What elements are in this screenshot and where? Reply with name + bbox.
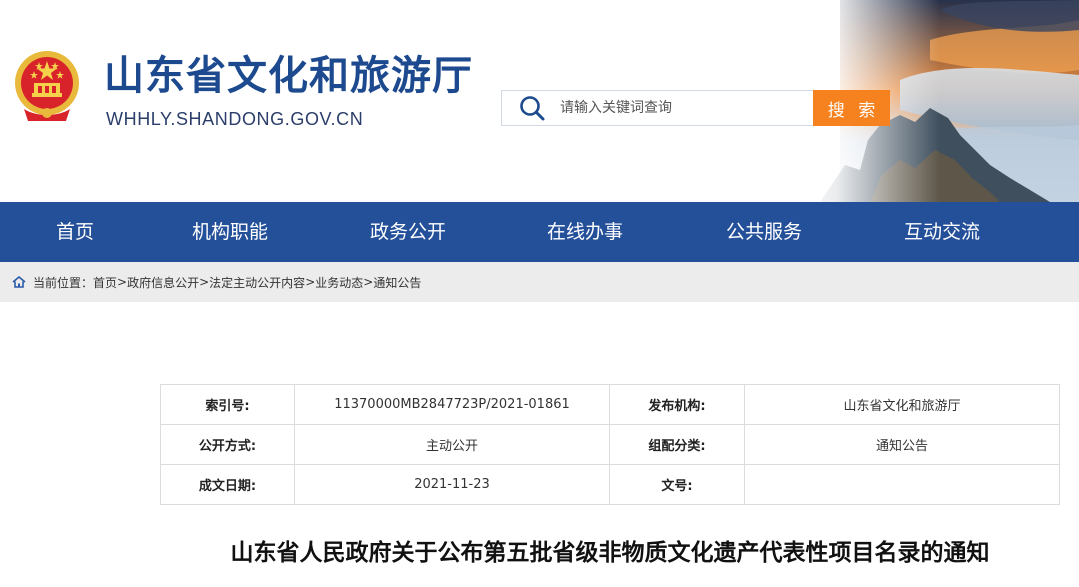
search-box [501, 90, 813, 126]
breadcrumb-separator: > [305, 275, 316, 289]
nav-item-government-affairs[interactable]: 政务公开 [370, 202, 446, 262]
breadcrumb-prefix: 当前位置： [33, 275, 94, 290]
meta-value-publisher: 山东省文化和旅游厅 [744, 384, 1060, 425]
site-header: 山东省文化和旅游厅 WHHLY.SHANDONG.GOV.CN 搜 索 [0, 0, 1079, 202]
meta-value-index-number: 11370000MB2847723P/2021-01861 [294, 384, 610, 425]
search-button[interactable]: 搜 索 [813, 90, 890, 126]
meta-label-publisher: 发布机构: [609, 384, 745, 425]
meta-label-index-number: 索引号: [160, 384, 295, 425]
meta-value-category: 通知公告 [744, 424, 1060, 465]
home-icon [12, 276, 26, 288]
table-row: 公开方式: 主动公开 组配分类: 通知公告 [160, 424, 1060, 465]
main-nav: 首页 机构职能 政务公开 在线办事 公共服务 互动交流 [0, 202, 1079, 262]
meta-value-disclosure-method: 主动公开 [294, 424, 610, 465]
article-title: 山东省人民政府关于公布第五批省级非物质文化遗产代表性项目名录的通知 [230, 540, 990, 566]
document-meta-table: 索引号: 11370000MB2847723P/2021-01861 发布机构:… [160, 384, 1060, 505]
meta-label-category: 组配分类: [609, 424, 745, 465]
national-emblem-icon [15, 51, 79, 121]
breadcrumb-item-notices[interactable]: 通知公告 [373, 274, 421, 291]
breadcrumb: 当前位置： 首页 > 政府信息公开 > 法定主动公开内容 > 业务动态 > 通知… [0, 262, 1079, 302]
nav-item-online-services[interactable]: 在线办事 [547, 202, 623, 262]
breadcrumb-separator: > [117, 275, 128, 289]
nav-item-home[interactable]: 首页 [56, 202, 94, 262]
breadcrumb-item-gov-info[interactable]: 政府信息公开 [127, 274, 199, 291]
breadcrumb-separator: > [199, 275, 210, 289]
breadcrumb-item-business-news[interactable]: 业务动态 [315, 274, 363, 291]
meta-value-creation-date: 2021-11-23 [294, 464, 610, 505]
table-row: 索引号: 11370000MB2847723P/2021-01861 发布机构:… [160, 384, 1060, 425]
meta-value-document-number [744, 464, 1060, 505]
meta-label-disclosure-method: 公开方式: [160, 424, 295, 465]
nav-item-interaction[interactable]: 互动交流 [904, 202, 980, 262]
site-domain: WHHLY.SHANDONG.GOV.CN [106, 109, 364, 129]
breadcrumb-item-home[interactable]: 首页 [93, 274, 117, 291]
site-title: 山东省文化和旅游厅 [104, 53, 473, 99]
breadcrumb-item-statutory-disclosure[interactable]: 法定主动公开内容 [209, 274, 305, 291]
search-icon [520, 96, 545, 121]
table-row: 成文日期: 2021-11-23 文号: [160, 464, 1060, 505]
nav-item-institution-functions[interactable]: 机构职能 [192, 202, 268, 262]
meta-label-creation-date: 成文日期: [160, 464, 295, 505]
nav-item-public-services[interactable]: 公共服务 [726, 202, 802, 262]
search-input[interactable] [560, 93, 800, 123]
breadcrumb-separator: > [363, 275, 374, 289]
meta-label-document-number: 文号: [609, 464, 745, 505]
